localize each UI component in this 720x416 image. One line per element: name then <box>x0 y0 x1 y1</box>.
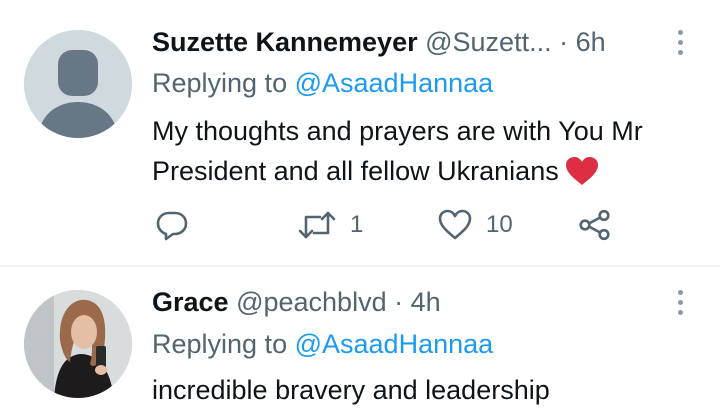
tweet-text: incredible bravery and leadership <box>152 370 697 410</box>
replying-label: Replying to <box>152 329 288 359</box>
red-heart-emoji-icon <box>565 156 599 197</box>
display-name[interactable]: Suzette Kannemeyer <box>152 27 418 57</box>
tweet-text-content: incredible bravery and leadership <box>152 375 550 405</box>
replying-to-line: Replying to @AsaadHannaa <box>152 327 493 361</box>
reply-icon <box>156 211 188 241</box>
tweet-suzette[interactable]: Suzette Kannemeyer @Suzett... · 6h Reply… <box>0 0 720 266</box>
like-count: 10 <box>486 211 513 238</box>
separator-dot: · <box>559 27 569 57</box>
tweet-text: My thoughts and prayers are with You Mr … <box>152 111 697 197</box>
avatar-photo[interactable] <box>24 290 132 398</box>
separator-dot: · <box>394 287 404 317</box>
timestamp[interactable]: 6h <box>576 27 606 57</box>
share-icon <box>579 209 610 241</box>
share-button[interactable] <box>578 205 612 245</box>
retweet-icon <box>298 211 336 239</box>
more-options-icon[interactable] <box>670 284 690 320</box>
mention-link[interactable]: @AsaadHannaa <box>295 68 494 98</box>
user-handle[interactable]: @Suzett... <box>425 27 551 57</box>
tweet-header: Grace @peachblvd · 4h <box>152 284 441 320</box>
retweet-button[interactable]: 1 <box>298 205 363 245</box>
timestamp[interactable]: 4h <box>411 287 441 317</box>
profile-photo-icon <box>24 290 132 398</box>
tweet-header: Suzette Kannemeyer @Suzett... · 6h <box>152 24 606 60</box>
retweet-count: 1 <box>350 211 364 238</box>
display-name[interactable]: Grace <box>152 287 229 317</box>
default-profile-icon <box>24 30 132 138</box>
tweet-actions: 1 10 <box>0 205 720 245</box>
reply-button[interactable] <box>156 205 188 245</box>
replying-label: Replying to <box>152 68 288 98</box>
like-icon <box>438 209 472 240</box>
avatar-default[interactable] <box>24 30 132 138</box>
tweet-grace[interactable]: Grace @peachblvd · 4h Replying to @Asaad… <box>0 267 720 416</box>
replying-to-line: Replying to @AsaadHannaa <box>152 66 493 100</box>
mention-link[interactable]: @AsaadHannaa <box>295 329 494 359</box>
like-button[interactable]: 10 <box>438 205 513 245</box>
user-handle[interactable]: @peachblvd <box>236 287 387 317</box>
more-options-icon[interactable] <box>670 24 690 60</box>
